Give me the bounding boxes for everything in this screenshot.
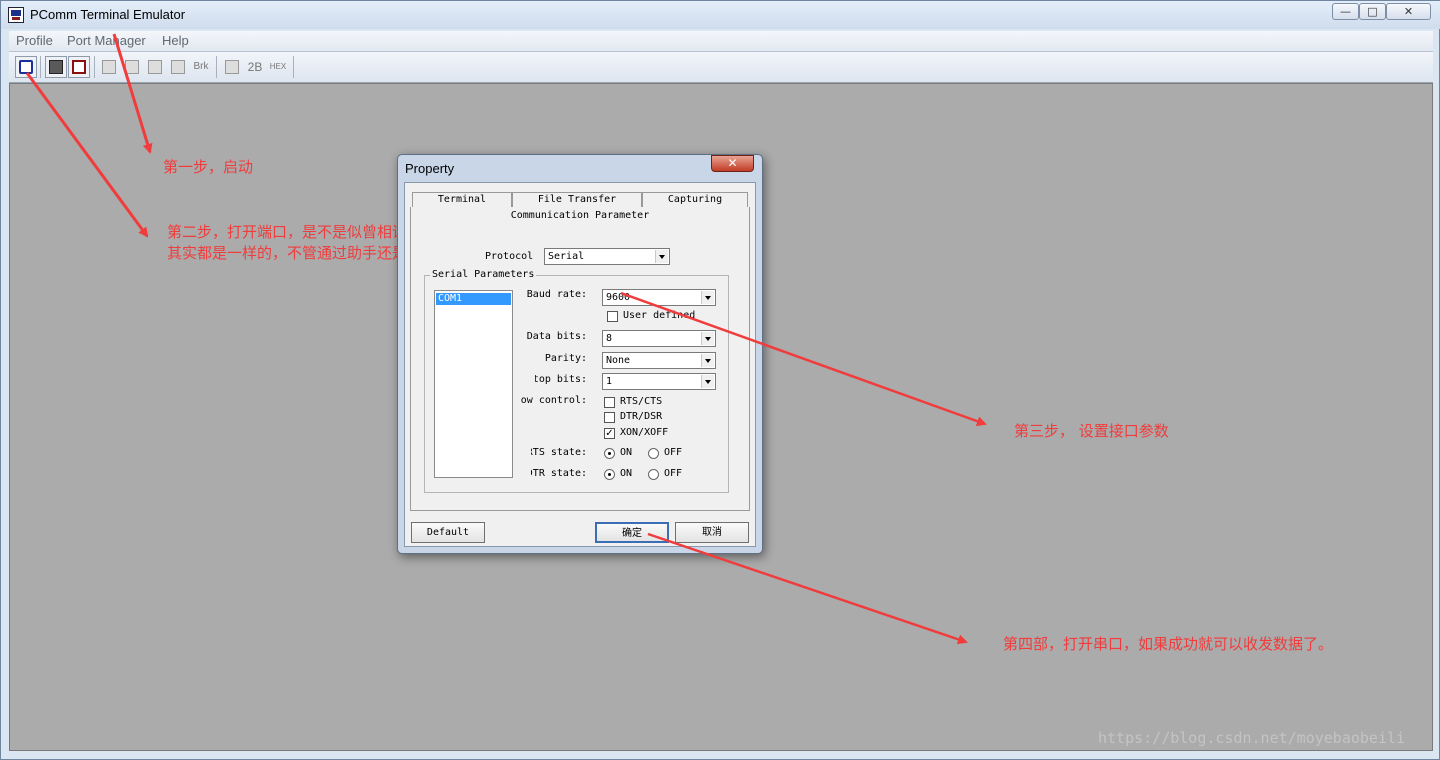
arrow-step2 <box>25 72 149 238</box>
annotation-arrows <box>25 33 987 645</box>
arrow-step1 <box>112 33 153 154</box>
arrow-step3 <box>620 291 987 426</box>
arrow-step4 <box>647 532 968 645</box>
